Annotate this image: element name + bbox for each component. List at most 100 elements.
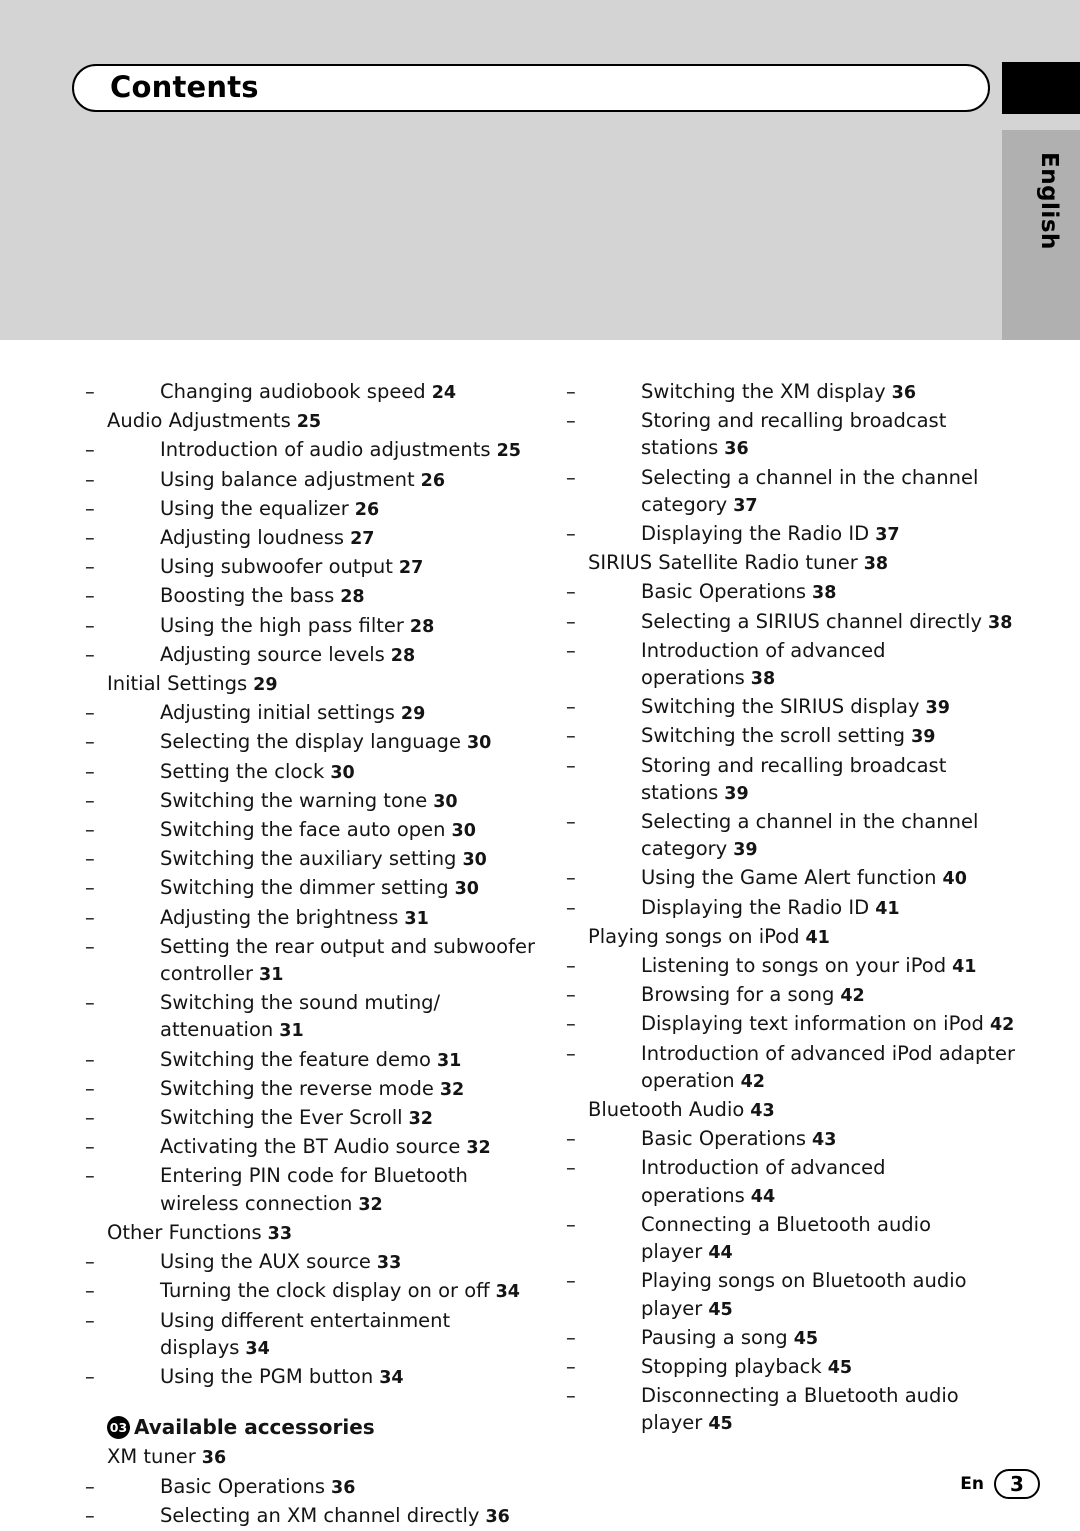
toc-subentry[interactable]: Storing and recalling broadcast stations… <box>588 407 1018 463</box>
toc-subentry[interactable]: Setting the rear output and subwoofer co… <box>107 933 537 989</box>
toc-subentry[interactable]: Listening to songs on your iPod41 <box>588 952 1018 981</box>
toc-entry[interactable]: Audio Adjustments 25 <box>107 407 537 436</box>
toc-subentry[interactable]: Basic Operations43 <box>588 1125 1018 1154</box>
dash-bullet-icon <box>138 1133 160 1160</box>
toc-subentry[interactable]: Switching the feature demo31 <box>107 1046 537 1075</box>
toc-subentry[interactable]: Introduction of advanced operations44 <box>588 1154 1018 1210</box>
toc-subentry[interactable]: Basic Operations36 <box>107 1473 537 1502</box>
toc-entry[interactable]: Playing songs on iPod 41 <box>588 923 1018 952</box>
toc-subentry[interactable]: Turning the clock display on or off34 <box>107 1277 537 1306</box>
toc-entry-page: 41 <box>805 927 830 948</box>
toc-entry-page: 26 <box>354 499 380 520</box>
toc-subentry[interactable]: Boosting the bass28 <box>107 582 537 611</box>
toc-subentry[interactable]: Switching the scroll setting39 <box>588 722 1018 751</box>
toc-entry-page: 37 <box>875 525 900 546</box>
dash-bullet-icon <box>138 553 160 580</box>
toc-subentry[interactable]: Basic Operations38 <box>588 578 1018 607</box>
toc-entry-page: 39 <box>911 727 936 748</box>
toc-entry[interactable]: Initial Settings 29 <box>107 670 537 699</box>
toc-subentry[interactable]: Introduction of advanced operations38 <box>588 637 1018 693</box>
toc-subentry[interactable]: Switching the dimmer setting30 <box>107 874 537 903</box>
toc-subentry[interactable]: Using balance adjustment26 <box>107 466 537 495</box>
toc-subentry[interactable]: Adjusting the brightness31 <box>107 904 537 933</box>
toc-subentry[interactable]: Activating the BT Audio source32 <box>107 1133 537 1162</box>
toc-subentry[interactable]: Using the equalizer26 <box>107 495 537 524</box>
toc-subentry[interactable]: Storing and recalling broadcast stations… <box>588 752 1018 808</box>
toc-entry-page: 42 <box>989 1015 1015 1036</box>
toc-subentry[interactable]: Entering PIN code for Bluetooth wireless… <box>107 1162 537 1218</box>
toc-entry-page: 39 <box>724 783 749 804</box>
toc-subentry[interactable]: Switching the Ever Scroll32 <box>107 1104 537 1133</box>
toc-subentry[interactable]: Selecting a channel in the channel categ… <box>588 464 1018 520</box>
toc-subentry[interactable]: Displaying the Radio ID37 <box>588 520 1018 549</box>
toc-subentry[interactable]: Selecting a SIRIUS channel directly38 <box>588 608 1018 637</box>
toc-subentry[interactable]: Adjusting initial settings29 <box>107 699 537 728</box>
dash-bullet-icon <box>619 1267 641 1294</box>
toc-entry[interactable]: SIRIUS Satellite Radio tuner 38 <box>588 549 1018 578</box>
toc-subentry[interactable]: Displaying text information on iPod42 <box>588 1010 1018 1039</box>
toc-entry-page: 45 <box>708 1299 733 1320</box>
toc-subentry[interactable]: Disconnecting a Bluetooth audio player45 <box>588 1382 1018 1438</box>
toc-subentry[interactable]: Switching the auxiliary setting30 <box>107 845 537 874</box>
toc-entry-page: 28 <box>340 587 365 608</box>
toc-chapter-heading[interactable]: 03 Available accessories <box>107 1414 537 1441</box>
toc-subentry[interactable]: Selecting an XM channel directly36 <box>107 1502 537 1531</box>
toc-entry[interactable]: Other Functions 33 <box>107 1219 537 1248</box>
toc-subentry[interactable]: Selecting the display language30 <box>107 728 537 757</box>
toc-subentry[interactable]: Browsing for a song42 <box>588 981 1018 1010</box>
toc-entry-page: 41 <box>875 898 900 919</box>
toc-entry-label: Switching the dimmer setting <box>160 876 449 900</box>
toc-subentry[interactable]: Using subwoofer output27 <box>107 553 537 582</box>
toc-entry-label: Switching the Ever Scroll <box>160 1106 403 1130</box>
toc-subentry[interactable]: Adjusting source levels28 <box>107 641 537 670</box>
toc-entry-label: Displaying the Radio ID <box>641 522 870 546</box>
toc-subentry[interactable]: Switching the SIRIUS display39 <box>588 693 1018 722</box>
toc-subentry[interactable]: Setting the clock30 <box>107 758 537 787</box>
toc-subentry[interactable]: Pausing a song45 <box>588 1324 1018 1353</box>
toc-subentry[interactable]: Switching the face auto open30 <box>107 816 537 845</box>
chapter-number-badge: 03 <box>107 1416 130 1440</box>
toc-entry-page: 31 <box>259 965 284 986</box>
toc-entry-page: 30 <box>433 791 458 812</box>
toc-entry-page: 32 <box>358 1194 383 1215</box>
toc-subentry[interactable]: Changing audiobook speed24 <box>107 378 537 407</box>
toc-subentry[interactable]: Stopping playback45 <box>588 1353 1018 1382</box>
toc-entry-label: Entering PIN code for Bluetooth wireless… <box>160 1164 468 1215</box>
toc-entry-label: Disconnecting a Bluetooth audio player <box>641 1384 959 1435</box>
toc-entry-label: Displaying the Radio ID <box>641 895 870 919</box>
toc-entry-label: XM tuner <box>107 1445 196 1469</box>
toc-subentry[interactable]: Displaying the Radio ID41 <box>588 894 1018 923</box>
toc-entry[interactable]: XM tuner 36 <box>107 1443 537 1472</box>
toc-entry-page: 34 <box>245 1338 270 1359</box>
toc-subentry[interactable]: Using the high pass filter28 <box>107 612 537 641</box>
toc-entry-page: 43 <box>750 1101 775 1122</box>
toc-subentry[interactable]: Playing songs on Bluetooth audio player4… <box>588 1267 1018 1323</box>
toc-subentry[interactable]: Using the AUX source33 <box>107 1248 537 1277</box>
toc-entry-page: 31 <box>404 908 429 929</box>
toc-entry-page: 29 <box>400 704 426 725</box>
toc-subentry[interactable]: Using different entertainment displays34 <box>107 1307 537 1363</box>
toc-subentry[interactable]: Adjusting loudness27 <box>107 524 537 553</box>
toc-subentry[interactable]: Connecting a Bluetooth audio player44 <box>588 1211 1018 1267</box>
dash-bullet-icon <box>138 699 160 726</box>
toc-entry[interactable]: Bluetooth Audio 43 <box>588 1096 1018 1125</box>
toc-entry-label: Activating the BT Audio source <box>160 1135 461 1159</box>
toc-entry-page: 36 <box>201 1448 227 1469</box>
toc-entry-page: 40 <box>942 869 967 890</box>
dash-bullet-icon <box>138 378 160 405</box>
toc-subentry[interactable]: Switching the XM display36 <box>588 378 1018 407</box>
toc-subentry[interactable]: Switching the warning tone30 <box>107 787 537 816</box>
dash-bullet-icon <box>138 1502 160 1529</box>
toc-subentry[interactable]: Switching the reverse mode32 <box>107 1075 537 1104</box>
dash-bullet-icon <box>619 981 641 1008</box>
toc-subentry[interactable]: Introduction of audio adjustments25 <box>107 436 537 465</box>
toc-subentry[interactable]: Selecting a channel in the channel categ… <box>588 808 1018 864</box>
toc-entry-label: Storing and recalling broadcast stations <box>641 409 947 460</box>
toc-subentry[interactable]: Using the Game Alert function40 <box>588 864 1018 893</box>
toc-subentry[interactable]: Introduction of advanced iPod adapter op… <box>588 1040 1018 1096</box>
toc-entry-page: 38 <box>750 669 776 690</box>
toc-subentry[interactable]: Switching the sound muting/ attenuation3… <box>107 989 537 1045</box>
toc-entry-page: 32 <box>439 1079 465 1100</box>
toc-subentry[interactable]: Using the PGM button34 <box>107 1363 537 1392</box>
toc-entry-label: Other Functions <box>107 1220 262 1244</box>
